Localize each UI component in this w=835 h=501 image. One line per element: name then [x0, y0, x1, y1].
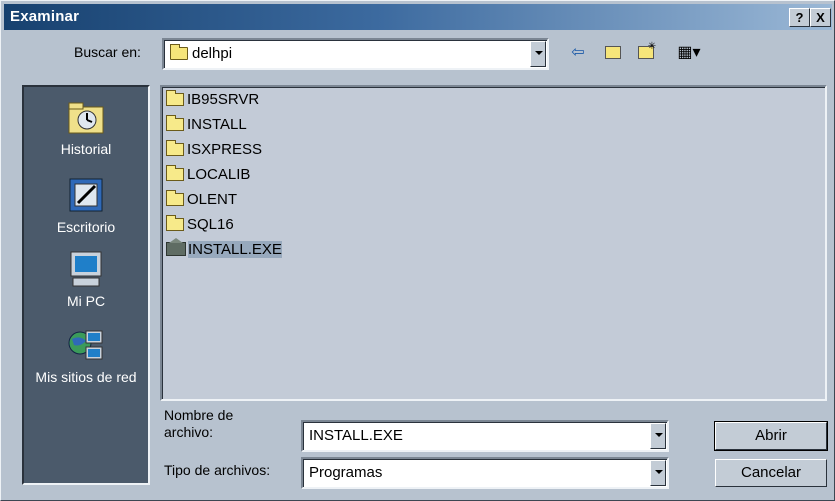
folder-icon [166, 115, 184, 131]
place-label: Mi PC [66, 293, 106, 309]
cancel-button[interactable]: Cancelar [715, 459, 827, 487]
new-folder-spark: ✳ [647, 41, 657, 52]
place-label: Mis sitios de red [35, 369, 137, 385]
file-name: INSTALL.EXE [188, 241, 282, 258]
places-bar: Historial Escritorio Mi PC Mis sitios de… [22, 85, 150, 485]
folder-icon [166, 90, 184, 106]
list-item[interactable]: INSTALL [166, 114, 247, 136]
lookin-label: Buscar en: [74, 44, 141, 60]
list-item[interactable]: SQL16 [166, 214, 234, 236]
list-item-selected[interactable]: INSTALL.EXE [166, 239, 282, 261]
list-item[interactable]: IB95SRVR [166, 89, 259, 111]
back-button[interactable]: ⇦ [567, 42, 589, 64]
file-name: ISXPRESS [187, 141, 263, 158]
filename-label-line2: archivo: [164, 424, 214, 440]
place-label: Escritorio [56, 219, 116, 235]
place-escritorio[interactable]: Escritorio [24, 175, 148, 235]
filetype-value: Programas [309, 464, 383, 481]
back-icon: ⇦ [571, 44, 585, 61]
filename-field[interactable]: INSTALL.EXE [301, 420, 669, 452]
filetype-label: Tipo de archivos: [164, 462, 271, 478]
filetype-select[interactable]: Programas [301, 457, 669, 489]
filetype-dropdown-button[interactable] [650, 460, 666, 486]
open-button[interactable]: Abrir [714, 421, 828, 451]
place-historial[interactable]: Historial [24, 97, 148, 157]
filename-value: INSTALL.EXE [309, 427, 403, 444]
up-folder-icon [605, 46, 621, 59]
place-label: Historial [60, 141, 112, 157]
title-bar[interactable]: Examinar ? X [4, 4, 832, 30]
folder-icon [166, 140, 184, 156]
file-name: IB95SRVR [187, 91, 260, 108]
folder-icon [166, 165, 184, 181]
file-name: INSTALL [187, 116, 247, 133]
file-name: OLENT [187, 191, 238, 208]
filename-label-line1: Nombre de [164, 407, 234, 423]
place-mipc[interactable]: Mi PC [24, 249, 148, 309]
folder-icon [166, 215, 184, 231]
network-icon [66, 325, 106, 365]
views-icon: ▦▾ [677, 44, 701, 61]
file-name: LOCALIB [187, 166, 251, 183]
list-item[interactable]: LOCALIB [166, 164, 250, 186]
history-icon [66, 97, 106, 137]
open-dialog: Examinar ? X Buscar en: delhpi ⇦ ✳ ▦▾ Hi… [0, 0, 835, 501]
place-mis-sitios-de-red[interactable]: Mis sitios de red [24, 325, 148, 385]
list-item[interactable]: ISXPRESS [166, 139, 262, 161]
new-folder-button[interactable]: ✳ [637, 41, 663, 64]
file-list[interactable]: IB95SRVR INSTALL ISXPRESS LOCALIB OLENT … [160, 85, 827, 401]
lookin-dropdown-button[interactable] [530, 41, 546, 67]
exe-icon [166, 242, 186, 256]
folder-icon [170, 44, 188, 60]
list-item[interactable]: OLENT [166, 189, 237, 211]
dialog-title: Examinar [10, 8, 80, 25]
file-name: SQL16 [187, 216, 234, 233]
views-menu-button[interactable]: ▦▾ [669, 42, 709, 64]
filename-dropdown-button[interactable] [650, 423, 666, 449]
up-folder-button[interactable] [602, 42, 624, 64]
close-button[interactable]: X [810, 8, 831, 27]
help-button[interactable]: ? [789, 8, 810, 27]
lookin-combo[interactable]: delhpi [162, 38, 549, 70]
desktop-icon [66, 175, 106, 215]
filename-label: Nombre de archivo: [164, 407, 233, 441]
lookin-value-text: delhpi [192, 45, 233, 62]
lookin-value: delhpi [170, 44, 233, 62]
computer-icon [66, 249, 106, 289]
folder-icon [166, 190, 184, 206]
